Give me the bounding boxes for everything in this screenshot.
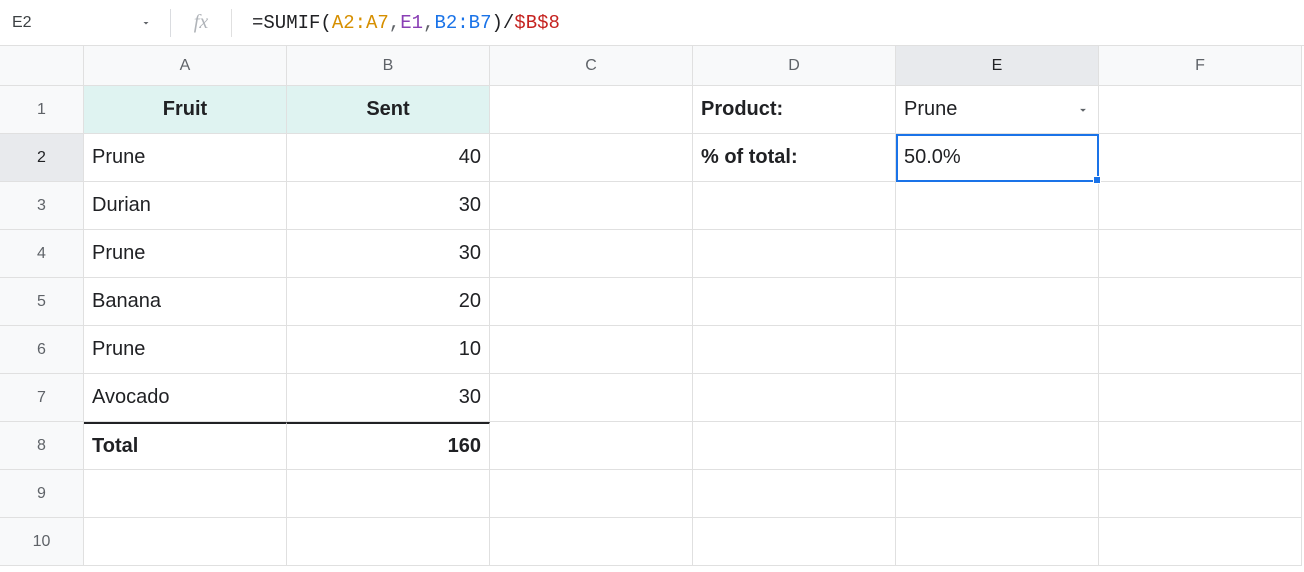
cell-C8[interactable] [490,422,693,470]
formula-comma: , [389,12,400,34]
cell-C7[interactable] [490,374,693,422]
col-header-A[interactable]: A [84,46,287,86]
row-header-7[interactable]: 7 [0,374,84,422]
cell-A5[interactable]: Banana [84,278,287,326]
formula-input[interactable]: =SUMIF(A2:A7,E1,B2:B7)/$B$8 [232,0,1304,45]
cell-F1[interactable] [1099,86,1302,134]
cell-B9[interactable] [287,470,490,518]
formula-arg1: A2:A7 [332,12,389,34]
cell-A8[interactable]: Total [84,422,287,470]
cell-D7[interactable] [693,374,896,422]
cell-D6[interactable] [693,326,896,374]
cell-C1[interactable] [490,86,693,134]
cell-B8[interactable]: 160 [287,422,490,470]
cell-D8[interactable] [693,422,896,470]
row-header-8[interactable]: 8 [0,422,84,470]
formula-div: / [503,12,514,34]
cell-D1[interactable]: Product: [693,86,896,134]
row-header-1[interactable]: 1 [0,86,84,134]
cell-A7[interactable]: Avocado [84,374,287,422]
formula-comma: , [423,12,434,34]
cell-D4[interactable] [693,230,896,278]
cell-F3[interactable] [1099,182,1302,230]
formula-lparen: ( [320,12,331,34]
row-header-6[interactable]: 6 [0,326,84,374]
cell-F2[interactable] [1099,134,1302,182]
row-header-9[interactable]: 9 [0,470,84,518]
cell-A1[interactable]: Fruit [84,86,287,134]
name-box[interactable]: E2 [0,0,110,45]
cell-E2[interactable]: 50.0% [896,134,1099,182]
row-header-3[interactable]: 3 [0,182,84,230]
cell-A3[interactable]: Durian [84,182,287,230]
cell-E5[interactable] [896,278,1099,326]
cell-E10[interactable] [896,518,1099,566]
cell-C4[interactable] [490,230,693,278]
cell-A6[interactable]: Prune [84,326,287,374]
col-header-B[interactable]: B [287,46,490,86]
dropdown-value: Prune [904,98,957,121]
formula-arg2: E1 [400,12,423,34]
cell-A2[interactable]: Prune [84,134,287,182]
cell-D2[interactable]: % of total: [693,134,896,182]
formula-eq: = [252,12,263,34]
cell-A9[interactable] [84,470,287,518]
cell-B4[interactable]: 30 [287,230,490,278]
row-header-4[interactable]: 4 [0,230,84,278]
cell-B7[interactable]: 30 [287,374,490,422]
cell-F4[interactable] [1099,230,1302,278]
cell-F5[interactable] [1099,278,1302,326]
formula-abs: $B$8 [514,12,560,34]
cell-C10[interactable] [490,518,693,566]
cell-F8[interactable] [1099,422,1302,470]
cell-B10[interactable] [287,518,490,566]
formula-fn: SUMIF [263,12,320,34]
cell-B2[interactable]: 40 [287,134,490,182]
cell-A10[interactable] [84,518,287,566]
chevron-down-icon [140,17,152,29]
formula-rparen: ) [491,12,502,34]
cell-B1[interactable]: Sent [287,86,490,134]
cell-E3[interactable] [896,182,1099,230]
col-header-C[interactable]: C [490,46,693,86]
cell-D10[interactable] [693,518,896,566]
chevron-down-icon [1076,103,1090,117]
cell-C6[interactable] [490,326,693,374]
cell-B6[interactable]: 10 [287,326,490,374]
row-header-10[interactable]: 10 [0,518,84,566]
row-header-5[interactable]: 5 [0,278,84,326]
cell-D3[interactable] [693,182,896,230]
cell-E4[interactable] [896,230,1099,278]
fx-label[interactable]: fx [171,0,231,45]
cell-F7[interactable] [1099,374,1302,422]
cell-F6[interactable] [1099,326,1302,374]
cell-E8[interactable] [896,422,1099,470]
cell-E7[interactable] [896,374,1099,422]
name-box-dropdown[interactable] [110,0,170,45]
cell-C2[interactable] [490,134,693,182]
cell-C3[interactable] [490,182,693,230]
spreadsheet-grid: A B C D E F 1 Fruit Sent Product: Prune … [0,46,1304,566]
cell-F9[interactable] [1099,470,1302,518]
col-header-D[interactable]: D [693,46,896,86]
formula-bar: E2 fx =SUMIF(A2:A7,E1,B2:B7)/$B$8 [0,0,1304,46]
col-header-F[interactable]: F [1099,46,1302,86]
cell-E1-dropdown[interactable]: Prune [896,86,1099,134]
cell-B3[interactable]: 30 [287,182,490,230]
cell-F10[interactable] [1099,518,1302,566]
formula-arg3: B2:B7 [434,12,491,34]
cell-E6[interactable] [896,326,1099,374]
cell-E9[interactable] [896,470,1099,518]
cell-C9[interactable] [490,470,693,518]
row-header-2[interactable]: 2 [0,134,84,182]
name-box-value: E2 [12,14,32,32]
select-all-corner[interactable] [0,46,84,86]
cell-B5[interactable]: 20 [287,278,490,326]
cell-D9[interactable] [693,470,896,518]
col-header-E[interactable]: E [896,46,1099,86]
cell-A4[interactable]: Prune [84,230,287,278]
cell-C5[interactable] [490,278,693,326]
cell-D5[interactable] [693,278,896,326]
